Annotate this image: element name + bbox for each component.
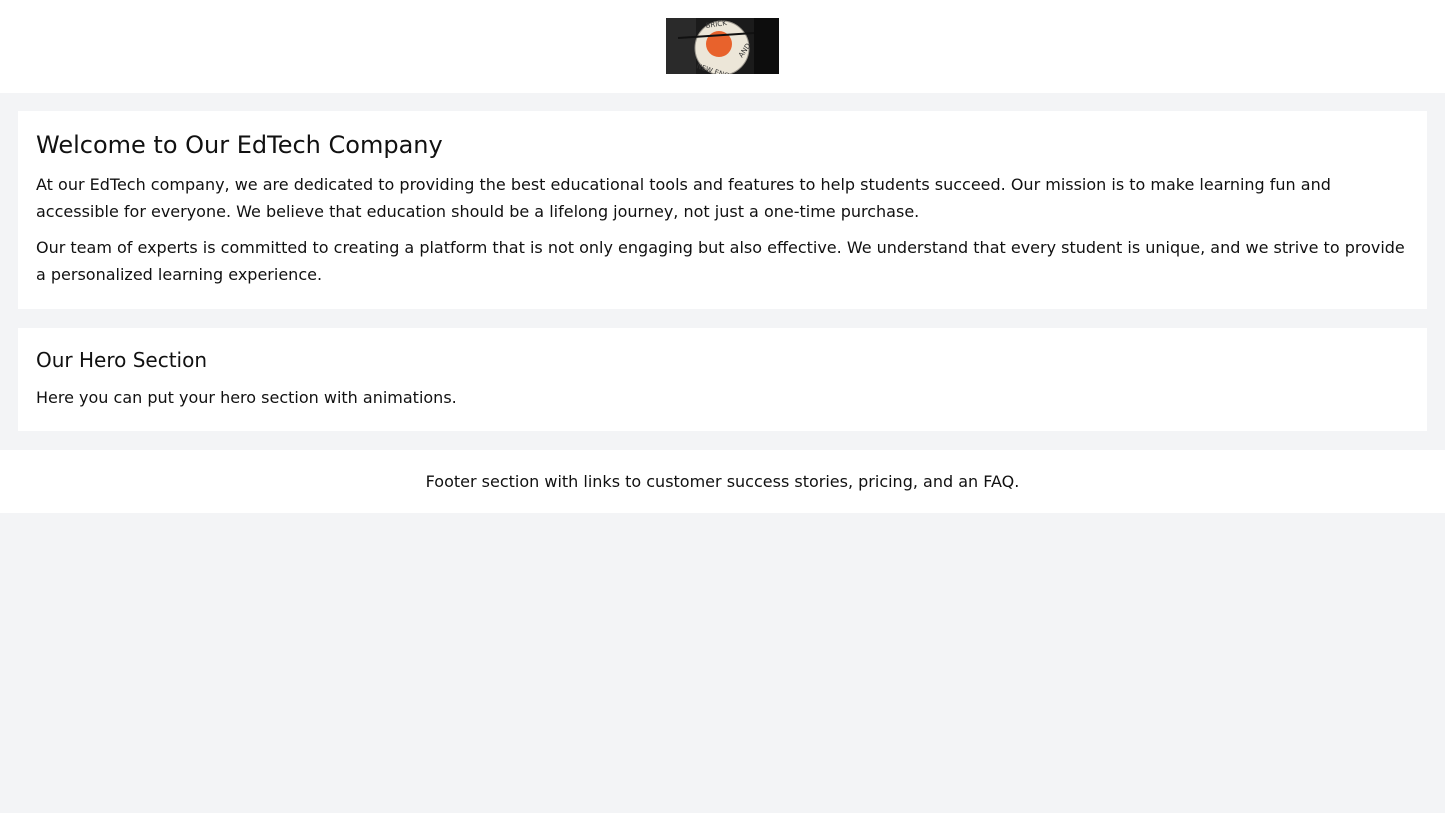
welcome-paragraph-team: Our team of experts is committed to crea… xyxy=(36,238,1405,284)
logo-graphic: BRICK NEW ENG AND xyxy=(666,18,779,74)
hero-text: Here you can put your hero section with … xyxy=(36,388,457,407)
footer-text: Footer section with links to customer su… xyxy=(425,472,1020,491)
welcome-paragraph-mission: At our EdTech company, we are dedicated … xyxy=(36,175,1331,221)
welcome-title: Welcome to Our EdTech Company xyxy=(36,131,443,159)
site-header: BRICK NEW ENG AND xyxy=(0,0,1445,93)
logo-image[interactable]: BRICK NEW ENG AND xyxy=(666,18,779,74)
hero-section: Our Hero Section Here you can put your h… xyxy=(18,328,1427,431)
welcome-section: Welcome to Our EdTech Company At our EdT… xyxy=(18,111,1427,309)
site-footer: Footer section with links to customer su… xyxy=(0,450,1445,513)
hero-title: Our Hero Section xyxy=(36,348,208,372)
